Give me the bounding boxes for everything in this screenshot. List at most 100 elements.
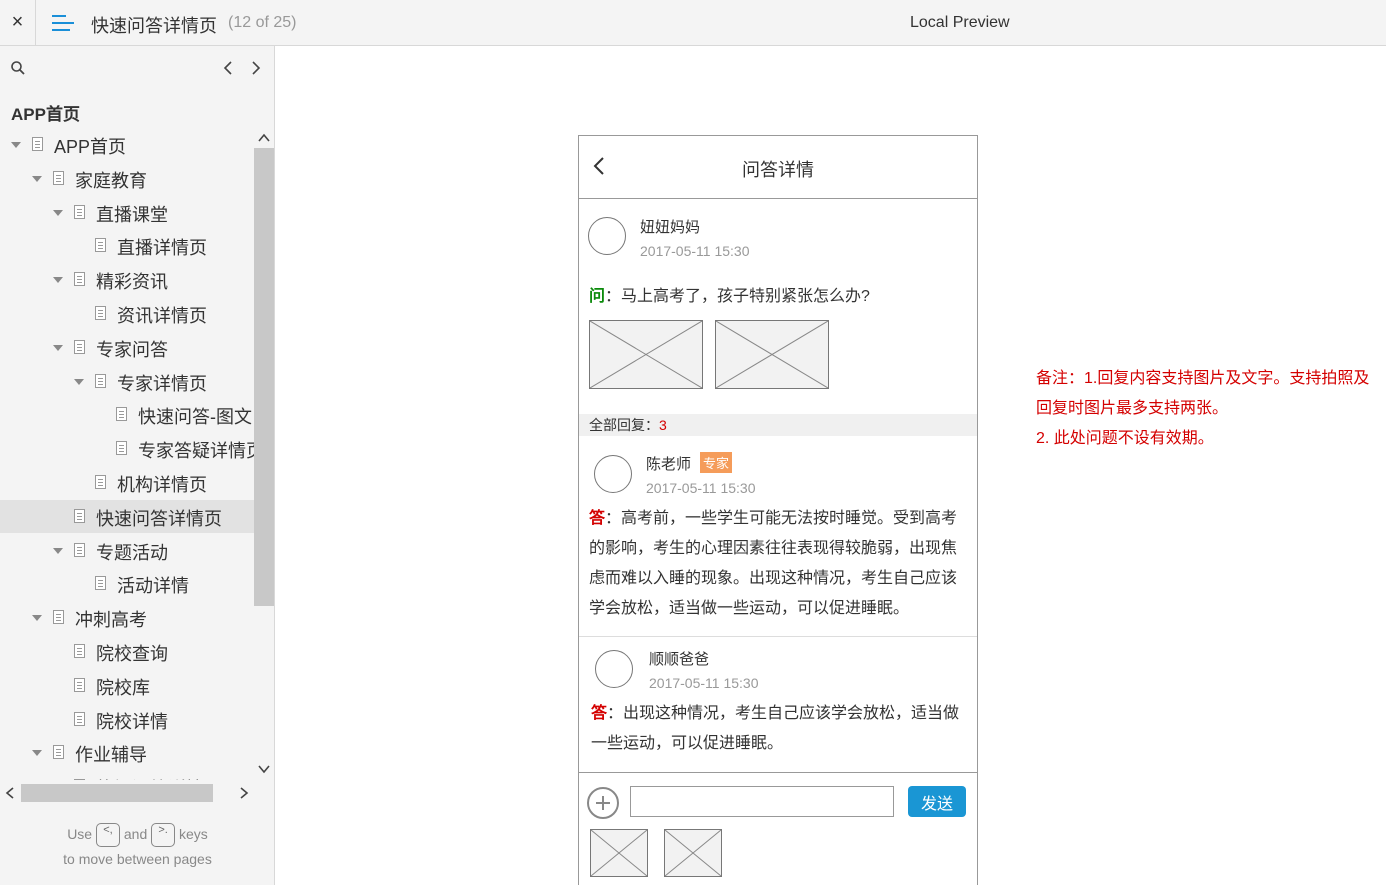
page-icon bbox=[74, 779, 85, 780]
tree-item[interactable]: 直播详情页 bbox=[0, 229, 254, 262]
page-tree: APP首页家庭教育直播课堂直播详情页精彩资讯资讯详情页专家问答专家详情页快速问答… bbox=[0, 128, 254, 780]
page-icon bbox=[95, 373, 106, 388]
image-placeholder[interactable] bbox=[589, 320, 703, 389]
phone-header: 问答详情 bbox=[579, 136, 977, 199]
question-body: ：马上高考了，孩子特别紧张怎么办? bbox=[605, 288, 870, 305]
caret-down-icon[interactable] bbox=[53, 547, 63, 554]
tree-item-label: 院校详情 bbox=[96, 711, 168, 732]
tree-item[interactable]: 冲刺高考 bbox=[0, 601, 254, 634]
tree-item[interactable]: 专家问答 bbox=[0, 331, 254, 364]
menu-icon[interactable] bbox=[52, 13, 74, 33]
page-icon bbox=[74, 711, 85, 726]
tree-item[interactable]: 直播课堂 bbox=[0, 196, 254, 229]
question-time: 2017-05-11 15:30 bbox=[640, 243, 750, 259]
tree-item[interactable]: 快速问答详情页 bbox=[0, 499, 254, 533]
tree-item[interactable]: 机构详情页 bbox=[0, 466, 254, 499]
note-line: 备注：1.回复内容支持图片及文字。支持拍照及 bbox=[1036, 370, 1370, 387]
caret-down-icon[interactable] bbox=[53, 277, 63, 284]
page-icon bbox=[116, 441, 127, 456]
scrollbar-thumb[interactable] bbox=[254, 148, 274, 606]
chevron-right-icon[interactable] bbox=[246, 56, 266, 80]
add-attachment-button[interactable] bbox=[587, 787, 619, 819]
tree-item[interactable]: 专题活动 bbox=[0, 534, 254, 567]
chevron-up-icon[interactable] bbox=[258, 132, 270, 144]
caret-down-icon[interactable] bbox=[11, 142, 21, 148]
tree-item[interactable]: 资讯详情页 bbox=[0, 297, 254, 330]
tree-item-label: 快速问答详情页 bbox=[96, 508, 222, 529]
page-icon bbox=[95, 238, 106, 253]
help-text: Use bbox=[67, 826, 93, 842]
caret-down-icon[interactable] bbox=[74, 378, 84, 385]
tree-item-label: 资讯详情页 bbox=[117, 306, 207, 326]
chevron-right-icon[interactable] bbox=[238, 787, 250, 799]
top-bar: × 快速问答详情页 (12 of 25) Local Preview bbox=[0, 0, 1386, 46]
page-icon bbox=[116, 407, 127, 422]
horizontal-scrollbar[interactable] bbox=[0, 782, 254, 804]
tree-item-label: APP首页 bbox=[54, 137, 127, 157]
page-icon bbox=[74, 542, 85, 557]
avatar[interactable] bbox=[594, 455, 632, 493]
send-button[interactable]: 发送 bbox=[908, 786, 966, 817]
tree-item-label: 直播详情页 bbox=[117, 238, 207, 259]
answer-time: 2017-05-11 15:30 bbox=[646, 480, 756, 496]
sidebar: APP首页 APP首页家庭教育直播课堂直播详情页精彩资讯资讯详情页专家问答专家详… bbox=[0, 46, 275, 885]
page-icon bbox=[74, 204, 85, 219]
chevron-down-icon[interactable] bbox=[258, 763, 270, 775]
tree-item-label: 活动详情 bbox=[117, 576, 189, 597]
tree-item[interactable]: 院校查询 bbox=[0, 635, 254, 668]
tree-item[interactable]: 家庭教育 bbox=[0, 162, 254, 195]
vertical-scrollbar[interactable] bbox=[254, 128, 274, 780]
tree-item[interactable]: 活动详情 bbox=[0, 567, 254, 600]
tree-item-label: 直播课堂 bbox=[96, 204, 168, 225]
image-placeholder[interactable] bbox=[664, 829, 722, 877]
close-icon[interactable]: × bbox=[0, 0, 36, 45]
tree-item[interactable]: 院校详情 bbox=[0, 703, 254, 736]
page-icon bbox=[74, 272, 85, 287]
caret-down-icon[interactable] bbox=[32, 615, 42, 622]
tree-item-label: 院校库 bbox=[96, 677, 150, 698]
tree-item-label: 专家详情页 bbox=[117, 373, 207, 394]
answer-mark: 答 bbox=[589, 510, 606, 527]
tree-item[interactable]: APP首页 bbox=[0, 128, 254, 161]
reply-count-label: 全部回复： bbox=[589, 417, 659, 433]
tree-item[interactable]: 专家答疑详情页 bbox=[0, 432, 254, 465]
caret-down-icon[interactable] bbox=[32, 175, 42, 182]
chevron-left-icon[interactable] bbox=[218, 56, 238, 80]
search-icon[interactable] bbox=[10, 60, 26, 76]
page-icon bbox=[95, 306, 106, 320]
tree-item-label: 家庭教育 bbox=[75, 170, 147, 191]
key-next-icon: >. bbox=[151, 823, 176, 848]
answer-user: 顺顺爸爸 bbox=[649, 651, 710, 668]
tree-item-label: 快速问答-图文 bbox=[138, 407, 252, 428]
caret-down-icon[interactable] bbox=[32, 750, 42, 757]
page-icon bbox=[74, 508, 85, 523]
question-mark: 问 bbox=[589, 288, 606, 305]
page-icon bbox=[74, 677, 85, 692]
reply-count-bar: 全部回复：3 bbox=[579, 414, 977, 436]
answer-text: 答：高考前，一些学生可能无法按时睡觉。受到高考的影响，考生的心理因素往往表现得较… bbox=[589, 504, 971, 624]
tree-item[interactable]: 院校库 bbox=[0, 669, 254, 702]
answer-body: ：高考前，一些学生可能无法按时睡觉。受到高考的影响，考生的心理因素往往表现得较脆… bbox=[589, 510, 958, 617]
image-placeholder[interactable] bbox=[590, 829, 648, 877]
page-icon bbox=[53, 170, 64, 185]
tree-item[interactable]: 作业辅导 bbox=[0, 736, 254, 769]
caret-down-icon[interactable] bbox=[53, 209, 63, 216]
reply-input-area: 发送 bbox=[579, 772, 977, 886]
avatar[interactable] bbox=[588, 217, 626, 255]
image-placeholder[interactable] bbox=[715, 320, 829, 389]
question-user: 妞妞妈妈 bbox=[640, 219, 701, 236]
page-icon bbox=[74, 644, 85, 658]
caret-down-icon[interactable] bbox=[53, 344, 63, 351]
page-icon bbox=[95, 475, 106, 489]
reply-input[interactable] bbox=[630, 786, 894, 817]
tree-item[interactable]: 热门问答详情 bbox=[0, 770, 254, 780]
avatar[interactable] bbox=[595, 650, 633, 688]
page-icon bbox=[74, 339, 85, 354]
tree-item[interactable]: 精彩资讯 bbox=[0, 263, 254, 296]
tree-item-label: 专题活动 bbox=[96, 542, 168, 563]
chevron-left-icon[interactable] bbox=[4, 787, 16, 799]
tree-item[interactable]: 快速问答-图文 bbox=[0, 398, 254, 431]
note-line: 回复时图片最多支持两张。 bbox=[1036, 400, 1229, 417]
scrollbar-thumb[interactable] bbox=[21, 784, 213, 802]
tree-item[interactable]: 专家详情页 bbox=[0, 365, 254, 398]
